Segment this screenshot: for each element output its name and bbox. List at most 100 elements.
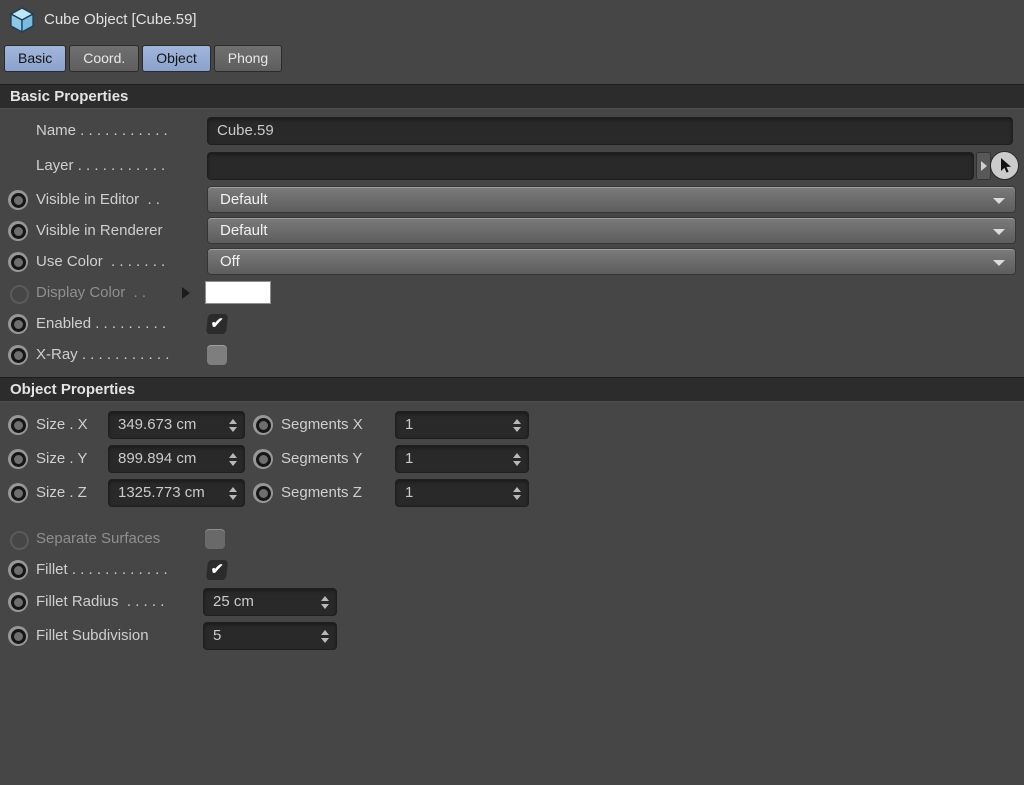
chevron-down-icon [993,260,1005,266]
visible-in-renderer-label: Visible in Renderer [36,222,163,239]
keyframe-dot[interactable] [8,190,28,210]
dropdown-value: Default [220,222,268,239]
segments-y-label: Segments Y [281,450,363,467]
stepper-arrows[interactable] [513,453,521,466]
field-value: 25 cm [213,593,254,610]
tab-object[interactable]: Object [142,45,211,72]
size-z-label: Size . Z [36,484,87,501]
fillet-subdivision-input[interactable]: 5 [203,622,337,650]
row-fillet: Fillet . . . . . . . . . . . . ✔ [0,556,1024,584]
field-value: 349.673 cm [118,416,197,433]
row-visible-in-renderer: Visible in Renderer Default [0,217,1024,245]
keyframe-dot[interactable] [8,314,28,334]
use-color-label: Use Color . . . . . . . [36,253,166,270]
stepper-arrows[interactable] [229,487,237,500]
row-use-color: Use Color . . . . . . . Off [0,248,1024,276]
keyframe-dot[interactable] [8,221,28,241]
display-color-label: Display Color . . [36,284,147,301]
tab-coord[interactable]: Coord. [69,45,140,72]
dropdown-value: Off [220,253,240,270]
tab-phong[interactable]: Phong [213,45,283,72]
visible-in-renderer-dropdown[interactable]: Default [207,217,1016,244]
field-value: 1 [405,450,414,467]
keyframe-dot[interactable] [8,449,28,469]
xray-label: X-Ray . . . . . . . . . . . [36,346,170,363]
field-value: 899.894 cm [118,450,197,467]
keyframe-dot[interactable] [8,345,28,365]
size-x-input[interactable]: 349.673 cm [108,411,245,439]
stepper-arrows[interactable] [321,596,329,609]
enabled-label: Enabled . . . . . . . . . [36,315,167,332]
title-bar: Cube Object [Cube.59] [0,0,1024,42]
separate-surfaces-checkbox [205,529,225,549]
keyframe-dot[interactable] [253,483,273,503]
size-x-label: Size . X [36,416,88,433]
visible-in-editor-label: Visible in Editor . . [36,191,160,208]
segments-z-label: Segments Z [281,484,362,501]
stepper-arrows[interactable] [513,419,521,432]
use-color-dropdown[interactable]: Off [207,248,1016,275]
size-y-label: Size . Y [36,450,88,467]
keyframe-dot[interactable] [8,560,28,580]
keyframe-dot[interactable] [8,252,28,272]
attribute-manager-panel: Cube Object [Cube.59] Basic Coord. Objec… [0,0,1024,785]
tab-basic[interactable]: Basic [4,45,67,72]
field-value: 5 [213,627,222,644]
row-size-z: Size . Z 1325.773 cm Segments Z 1 [0,479,1024,507]
section-header-basic-properties[interactable]: Basic Properties [0,84,1024,108]
keyframe-dot[interactable] [253,449,273,469]
stepper-arrows[interactable] [229,453,237,466]
layer-menu-button[interactable] [976,152,991,180]
row-name: Name . . . . . . . . . . . Cube.59 [0,117,1024,145]
segments-x-label: Segments X [281,416,363,433]
cursor-arrow-icon [1000,157,1011,173]
row-visible-in-editor: Visible in Editor . . Default [0,186,1024,214]
row-fillet-radius: Fillet Radius . . . . . 25 cm [0,588,1024,616]
right-triangle-icon [980,161,987,171]
row-size-x: Size . X 349.673 cm Segments X 1 [0,411,1024,439]
fillet-radius-input[interactable]: 25 cm [203,588,337,616]
stepper-arrows[interactable] [229,419,237,432]
tab-bar: Basic Coord. Object Phong [4,45,283,72]
display-color-swatch [205,281,271,304]
layer-input[interactable] [207,152,974,180]
row-xray: X-Ray . . . . . . . . . . . [0,341,1024,369]
xray-checkbox[interactable] [207,345,227,365]
keyframe-dot[interactable] [8,626,28,646]
field-value: 1 [405,484,414,501]
expand-arrow-icon [182,287,190,299]
segments-x-input[interactable]: 1 [395,411,529,439]
size-z-input[interactable]: 1325.773 cm [108,479,245,507]
enabled-checkbox[interactable]: ✔ [205,314,229,334]
fillet-checkbox[interactable]: ✔ [205,560,229,580]
name-label: Name . . . . . . . . . . . [36,122,168,139]
separate-surfaces-label: Separate Surfaces [36,530,161,547]
row-enabled: Enabled . . . . . . . . . ✔ [0,310,1024,338]
page-title: Cube Object [Cube.59] [44,11,197,28]
row-layer: Layer . . . . . . . . . . . [0,151,1024,180]
field-value: 1 [405,416,414,433]
keyframe-dot[interactable] [253,415,273,435]
visible-in-editor-dropdown[interactable]: Default [207,186,1016,213]
row-size-y: Size . Y 899.894 cm Segments Y 1 [0,445,1024,473]
keyframe-dot[interactable] [8,415,28,435]
name-input[interactable]: Cube.59 [207,117,1013,145]
row-separate-surfaces: Separate Surfaces [0,525,1024,553]
keyframe-dot[interactable] [8,483,28,503]
stepper-arrows[interactable] [513,487,521,500]
segments-y-input[interactable]: 1 [395,445,529,473]
chevron-down-icon [993,198,1005,204]
layer-label: Layer . . . . . . . . . . . [36,157,166,174]
fillet-subdivision-label: Fillet Subdivision [36,627,149,644]
size-y-input[interactable]: 899.894 cm [108,445,245,473]
dropdown-value: Default [220,191,268,208]
cube-icon [9,7,35,34]
chevron-down-icon [993,229,1005,235]
segments-z-input[interactable]: 1 [395,479,529,507]
keyframe-dot[interactable] [8,592,28,612]
layer-pick-button[interactable] [990,151,1019,180]
stepper-arrows[interactable] [321,630,329,643]
field-value: 1325.773 cm [118,484,205,501]
section-header-object-properties[interactable]: Object Properties [0,377,1024,401]
row-display-color: Display Color . . [0,279,1024,307]
